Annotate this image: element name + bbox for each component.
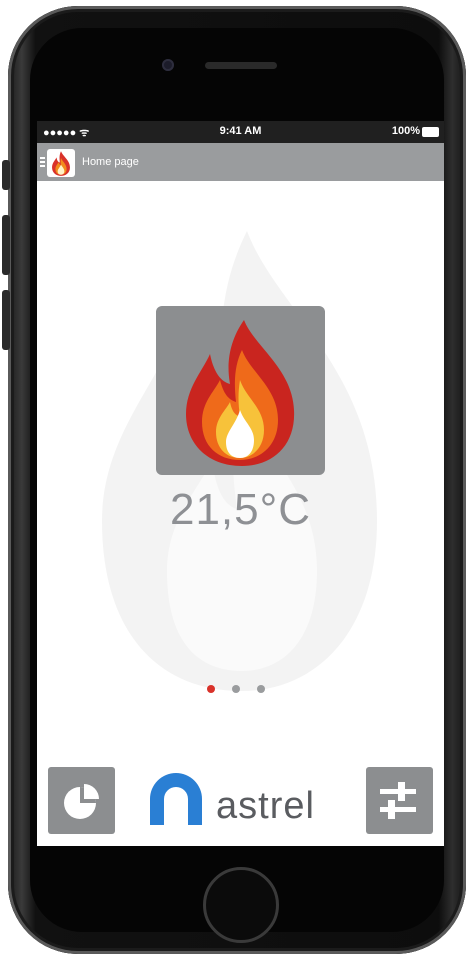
heating-status-tile[interactable] [156,306,325,475]
statistics-button[interactable] [48,767,115,834]
pie-chart-icon [64,784,99,819]
flame-icon [186,320,295,466]
battery-icon [422,127,439,137]
sliders-icon [380,782,416,819]
settings-button[interactable] [366,767,433,834]
astrel-logo-icon [150,773,202,825]
volume-up-button [2,215,10,275]
bottom-bar: astrel [37,761,444,846]
volume-down-button [2,290,10,350]
flame-icon[interactable] [47,149,75,177]
app-header: Home page [37,143,444,181]
brand-logo: astrel [142,765,342,835]
home-button[interactable] [203,867,279,943]
brand-name: astrel [216,785,315,827]
status-time: 9:41 AM [219,125,262,137]
status-bar: ●●●●● ᯤ 9:41 AM 100% [37,121,444,143]
hamburger-icon[interactable] [40,157,45,169]
app-screen: ●●●●● ᯤ 9:41 AM 100% Home page 21,5°C as… [37,121,444,846]
page-dot-active[interactable] [207,685,215,693]
earpiece-speaker [205,62,277,69]
mute-switch [2,160,10,190]
battery-percent: 100% [391,125,420,137]
front-camera [162,59,174,71]
temperature-readout: 21,5°C [169,485,311,534]
page-dot[interactable] [257,685,265,693]
page-dot[interactable] [232,685,240,693]
page-title: Home page [82,156,139,168]
